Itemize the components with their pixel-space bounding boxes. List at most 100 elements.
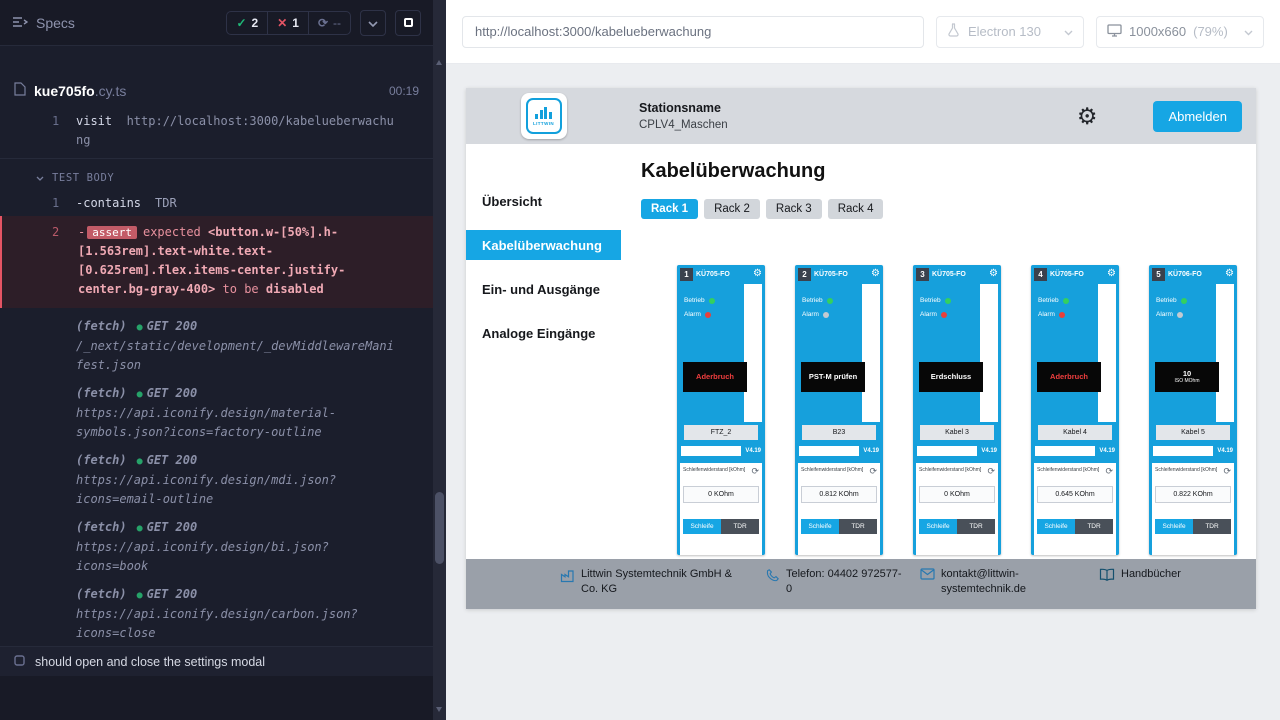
firmware-version: V4.19 [1217, 448, 1233, 454]
rack-tab[interactable]: Rack 1 [641, 199, 698, 219]
version-row: V4.19 [1153, 446, 1233, 456]
betrieb-row: Betrieb [920, 297, 951, 304]
fetch-log-entry[interactable]: (fetch)●GET 200 https://api.iconify.desi… [0, 518, 433, 576]
device-card: 5 KÜ706-FO ⚙ Betrieb [1149, 265, 1237, 555]
tdr-button[interactable]: TDR [1193, 519, 1231, 534]
card-gear-icon[interactable]: ⚙ [1107, 269, 1116, 279]
logout-button[interactable]: Abmelden [1153, 101, 1242, 132]
card-gear-icon[interactable]: ⚙ [1225, 269, 1234, 279]
fetch-url: https://api.iconify.design/mdi.json?icon… [76, 471, 398, 509]
fetch-log-entry[interactable]: (fetch)●GET 200 /_next/static/developmen… [0, 317, 433, 375]
nav-item[interactable]: Kabelüberwachung [466, 230, 621, 260]
alarm-led [941, 312, 947, 318]
next-test-bar[interactable]: should open and close the settings modal [0, 646, 433, 676]
nav-item[interactable]: Übersicht [466, 186, 621, 216]
tdr-button[interactable]: TDR [721, 519, 759, 534]
alarm-row: Alarm [1038, 311, 1069, 318]
status-display: Aderbruch [683, 362, 747, 392]
fetch-log-entry[interactable]: (fetch)●GET 200 https://api.iconify.desi… [0, 451, 433, 509]
aut-stage: LITTWIN Stationsname CPLV4_Maschen ⚙ Abm… [446, 64, 1280, 720]
fetch-url: https://api.iconify.design/carbon.json?i… [76, 605, 398, 643]
card-number: 1 [680, 268, 693, 281]
stop-button[interactable] [395, 10, 421, 36]
sidebar-nav: Übersicht Kabelüberwachung Ein- und Ausg… [466, 144, 621, 559]
version-row: V4.19 [917, 446, 997, 456]
station-label: Stationsname [639, 99, 728, 117]
card-header: 2 KÜ705-FO ⚙ [795, 265, 883, 283]
card-gear-icon[interactable]: ⚙ [989, 269, 998, 279]
refresh-icon[interactable]: ⟳ [1105, 467, 1113, 476]
reporter-scrollbar[interactable] [433, 0, 446, 720]
command-visit[interactable]: 1 visit http://localhost:3000/kabelueber… [0, 108, 433, 159]
cable-name-field[interactable]: Kabel 5 [1156, 425, 1230, 440]
footer-manuals[interactable]: Handbücher [1099, 567, 1181, 609]
card-buttons: Schleife TDR [1037, 519, 1113, 534]
url-input[interactable]: http://localhost:3000/kabelueberwachung [462, 16, 924, 48]
refresh-icon[interactable]: ⟳ [1223, 467, 1231, 476]
card-buttons: Schleife TDR [919, 519, 995, 534]
cable-name-field[interactable]: FTZ_2 [684, 425, 758, 440]
schleife-button[interactable]: Schleife [801, 519, 839, 534]
card-connector-panel [744, 284, 762, 422]
scrollbar-thumb[interactable] [435, 492, 444, 564]
spec-file-row[interactable]: kue705fo.cy.ts 00:19 [0, 74, 433, 108]
resistance-value-field: 0.645 KOhm [1037, 486, 1113, 503]
cable-name-field[interactable]: Kabel 4 [1038, 425, 1112, 440]
settings-gear-icon[interactable]: ⚙ [1077, 105, 1098, 128]
browser-name: Electron 130 [968, 24, 1041, 39]
fetch-log-entry[interactable]: (fetch)●GET 200 https://api.iconify.desi… [0, 384, 433, 442]
command-log: 1 visit http://localhost:3000/kabelueber… [0, 108, 433, 646]
refresh-icon[interactable]: ⟳ [751, 467, 759, 476]
nav-item[interactable]: Ein- und Ausgänge [466, 274, 621, 304]
refresh-icon[interactable]: ⟳ [869, 467, 877, 476]
card-status-leds: Betrieb Alarm [920, 297, 951, 325]
nav-item-label: Kabelüberwachung [482, 238, 602, 253]
betrieb-row: Betrieb [684, 297, 715, 304]
command-contains[interactable]: 1 -containsTDR [0, 194, 433, 213]
main-content: Kabelüberwachung Rack 1 Rack 2 Rack 3 Ra… [621, 144, 1256, 559]
success-dot-icon: ● [137, 389, 143, 400]
resistance-value-field: 0.822 KOhm [1155, 486, 1231, 503]
schleife-button[interactable]: Schleife [919, 519, 957, 534]
scroll-up-arrow[interactable] [436, 60, 442, 65]
device-card: 1 KÜ705-FO ⚙ Betrieb [677, 265, 765, 555]
rack-tab[interactable]: Rack 2 [704, 199, 760, 219]
version-row: V4.19 [1035, 446, 1115, 456]
flask-icon [947, 23, 960, 40]
test-body-section[interactable]: TEST BODY [0, 159, 433, 194]
schleife-button[interactable]: Schleife [683, 519, 721, 534]
schleife-button[interactable]: Schleife [1037, 519, 1075, 534]
firmware-version: V4.19 [863, 448, 879, 454]
cable-name-field[interactable]: B23 [802, 425, 876, 440]
cypress-reporter: Specs ✓2 ✕1 ⟳-- kue705fo.cy.ts 00:19 1 v… [0, 0, 433, 720]
betrieb-label: Betrieb [1156, 297, 1177, 304]
command-assert-failed[interactable]: 2 -assertexpected <button.w-[50%].h-[1.5… [0, 216, 433, 308]
nav-item[interactable]: Analoge Eingänge [466, 318, 621, 348]
logo-zone: LITTWIN [466, 93, 621, 139]
tdr-button[interactable]: TDR [957, 519, 995, 534]
cable-name-field[interactable]: Kabel 3 [920, 425, 994, 440]
card-buttons: Schleife TDR [801, 519, 877, 534]
collapse-button[interactable] [360, 10, 386, 36]
scroll-down-arrow[interactable] [436, 707, 442, 712]
tdr-button[interactable]: TDR [839, 519, 877, 534]
footer-phone[interactable]: Telefon: 04402 972577-0 [766, 567, 906, 609]
fetch-label: (fetch) [76, 587, 127, 601]
manuals-label: Handbücher [1121, 567, 1181, 609]
rack-tab[interactable]: Rack 3 [766, 199, 822, 219]
card-gear-icon[interactable]: ⚙ [871, 269, 880, 279]
resistance-value-field: 0 KOhm [919, 486, 995, 503]
schleife-button[interactable]: Schleife [1155, 519, 1193, 534]
fetch-log-entry[interactable]: (fetch)●GET 200 https://api.iconify.desi… [0, 585, 433, 643]
browser-selector[interactable]: Electron 130 [936, 16, 1084, 48]
viewport-selector[interactable]: 1000x660 (79%) [1096, 16, 1264, 48]
card-gear-icon[interactable]: ⚙ [753, 269, 762, 279]
fetch-status: GET 200 [147, 587, 198, 601]
success-dot-icon: ● [137, 456, 143, 467]
device-cards: 1 KÜ705-FO ⚙ Betrieb [677, 265, 1256, 555]
tdr-button[interactable]: TDR [1075, 519, 1113, 534]
footer-email[interactable]: kontakt@littwin-systemtechnik.de [920, 567, 1037, 609]
specs-menu-button[interactable]: Specs [12, 15, 75, 31]
refresh-icon[interactable]: ⟳ [987, 467, 995, 476]
rack-tab[interactable]: Rack 4 [828, 199, 884, 219]
